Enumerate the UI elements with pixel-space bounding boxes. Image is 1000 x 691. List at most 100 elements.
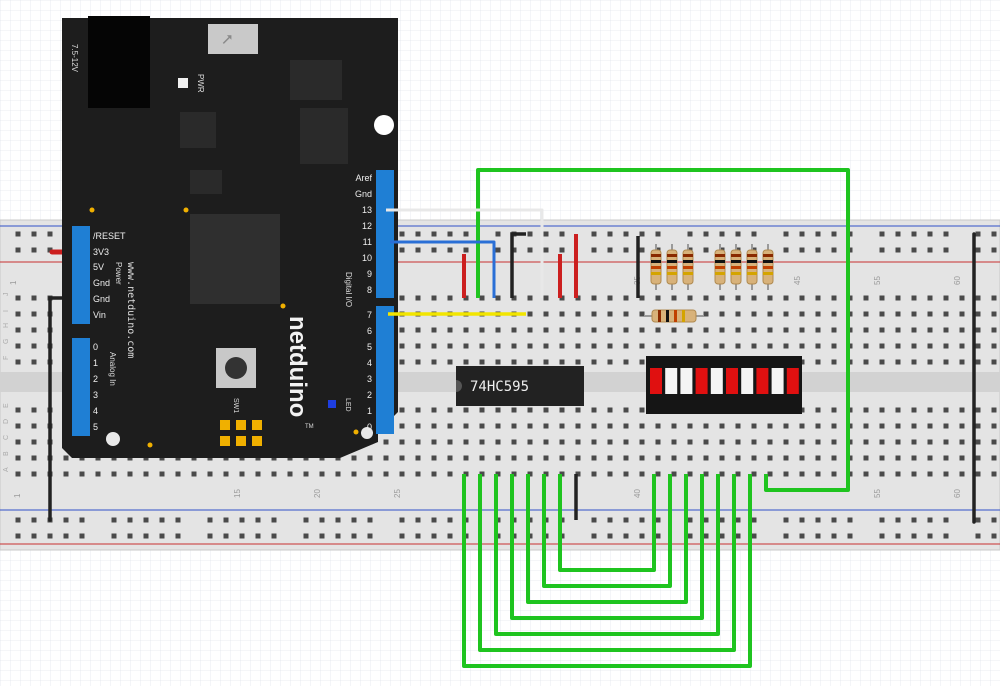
breadboard-hole bbox=[959, 439, 965, 445]
breadboard-hole bbox=[943, 533, 949, 539]
breadboard-hole bbox=[655, 533, 661, 539]
breadboard-hole bbox=[879, 295, 885, 301]
resistor-band bbox=[763, 266, 773, 269]
breadboard-hole bbox=[399, 295, 405, 301]
breadboard-hole bbox=[607, 295, 613, 301]
usb-icon: ⭧ bbox=[222, 32, 232, 49]
breadboard-hole bbox=[527, 359, 533, 365]
digital-header-upper bbox=[376, 170, 394, 298]
breadboard-hole bbox=[895, 407, 901, 413]
breadboard-hole bbox=[47, 533, 53, 539]
breadboard-hole bbox=[911, 517, 917, 523]
breadboard-hole bbox=[239, 517, 245, 523]
breadboard-hole bbox=[927, 533, 933, 539]
breadboard-hole bbox=[527, 247, 533, 253]
breadboard-hole bbox=[431, 407, 437, 413]
breadboard-hole bbox=[735, 439, 741, 445]
breadboard-hole bbox=[751, 343, 757, 349]
breadboard-hole bbox=[671, 423, 677, 429]
breadboard-hole bbox=[751, 471, 757, 477]
col-num-bottom: 60 bbox=[953, 489, 962, 498]
breadboard-hole bbox=[399, 327, 405, 333]
breadboard-hole bbox=[15, 455, 21, 461]
breadboard-hole bbox=[639, 311, 645, 317]
breadboard-hole bbox=[719, 533, 725, 539]
breadboard-hole bbox=[15, 295, 21, 301]
breadboard-hole bbox=[495, 359, 501, 365]
breadboard-hole bbox=[783, 231, 789, 237]
resistor-band bbox=[651, 260, 661, 263]
breadboard-hole bbox=[431, 327, 437, 333]
netduino-board: 7.5-12V ⭧ PWR /RESET 3V3 5V Gnd Gnd Vin … bbox=[62, 16, 398, 458]
breadboard-hole bbox=[511, 407, 517, 413]
breadboard-hole bbox=[735, 471, 741, 477]
breadboard-hole bbox=[863, 311, 869, 317]
breadboard-hole bbox=[639, 517, 645, 523]
breadboard-hole bbox=[383, 471, 389, 477]
power-pin-label: 3V3 bbox=[93, 247, 109, 257]
breadboard-hole bbox=[607, 439, 613, 445]
breadboard-hole bbox=[431, 343, 437, 349]
breadboard-hole bbox=[783, 455, 789, 461]
breadboard-hole bbox=[959, 423, 965, 429]
breadboard-hole bbox=[15, 471, 21, 477]
breadboard-hole bbox=[815, 517, 821, 523]
resistor-band bbox=[667, 272, 677, 275]
breadboard-hole bbox=[751, 455, 757, 461]
reset-switch-button[interactable] bbox=[225, 357, 247, 379]
breadboard-hole bbox=[863, 359, 869, 365]
breadboard-hole bbox=[111, 517, 117, 523]
breadboard-hole bbox=[943, 327, 949, 333]
breadboard-hole bbox=[31, 439, 37, 445]
breadboard-hole bbox=[943, 423, 949, 429]
power-pin-label: Vin bbox=[93, 310, 106, 320]
breadboard-hole bbox=[991, 327, 997, 333]
breadboard-hole bbox=[799, 455, 805, 461]
breadboard-hole bbox=[879, 471, 885, 477]
breadboard-hole bbox=[463, 231, 469, 237]
solder-dot bbox=[89, 207, 95, 213]
breadboard-hole bbox=[223, 517, 229, 523]
resistor-band bbox=[667, 260, 677, 263]
power-jack-label: 7.5-12V bbox=[70, 44, 79, 73]
breadboard-hole bbox=[383, 455, 389, 461]
breadboard-hole bbox=[863, 327, 869, 333]
row-letter: E bbox=[3, 403, 10, 408]
breadboard-hole bbox=[495, 407, 501, 413]
breadboard-hole bbox=[671, 327, 677, 333]
breadboard-hole bbox=[367, 471, 373, 477]
breadboard-hole bbox=[895, 471, 901, 477]
breadboard-hole bbox=[927, 311, 933, 317]
resistor-band bbox=[747, 260, 757, 263]
row-letter: D bbox=[3, 419, 10, 424]
breadboard-hole bbox=[639, 295, 645, 301]
breadboard-hole bbox=[911, 247, 917, 253]
breadboard-hole bbox=[991, 455, 997, 461]
row-letter: H bbox=[3, 323, 10, 328]
power-header bbox=[72, 226, 90, 324]
breadboard-hole bbox=[703, 231, 709, 237]
breadboard-hole bbox=[527, 231, 533, 237]
breadboard-hole bbox=[639, 423, 645, 429]
breadboard-hole bbox=[543, 359, 549, 365]
resistor-band bbox=[763, 254, 773, 257]
resistor-band bbox=[747, 272, 757, 275]
breadboard-hole bbox=[703, 311, 709, 317]
power-jack bbox=[88, 16, 150, 108]
breadboard-hole bbox=[863, 471, 869, 477]
breadboard-hole bbox=[671, 455, 677, 461]
breadboard-hole bbox=[735, 343, 741, 349]
resistor-band bbox=[731, 254, 741, 257]
breadboard-hole bbox=[447, 295, 453, 301]
breadboard-hole bbox=[415, 517, 421, 523]
breadboard-hole bbox=[751, 423, 757, 429]
breadboard-hole bbox=[511, 359, 517, 365]
breadboard-hole bbox=[751, 327, 757, 333]
breadboard-hole bbox=[831, 455, 837, 461]
breadboard-hole bbox=[399, 439, 405, 445]
breadboard-hole bbox=[879, 247, 885, 253]
breadboard-hole bbox=[879, 343, 885, 349]
breadboard-hole bbox=[319, 471, 325, 477]
breadboard-hole bbox=[815, 295, 821, 301]
breadboard-hole bbox=[991, 471, 997, 477]
